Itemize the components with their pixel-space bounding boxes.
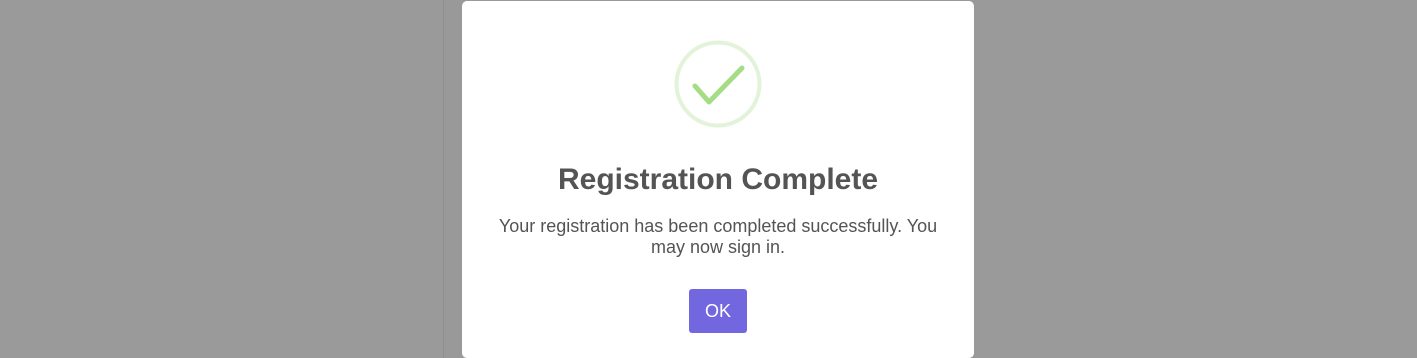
- modal-backdrop[interactable]: Registration Complete Your registration …: [0, 0, 1417, 358]
- ok-button[interactable]: OK: [689, 289, 747, 333]
- success-dialog: Registration Complete Your registration …: [462, 1, 974, 358]
- check-icon: [674, 40, 762, 128]
- dialog-title: Registration Complete: [557, 163, 879, 196]
- dialog-message: Your registration has been completed suc…: [498, 216, 938, 257]
